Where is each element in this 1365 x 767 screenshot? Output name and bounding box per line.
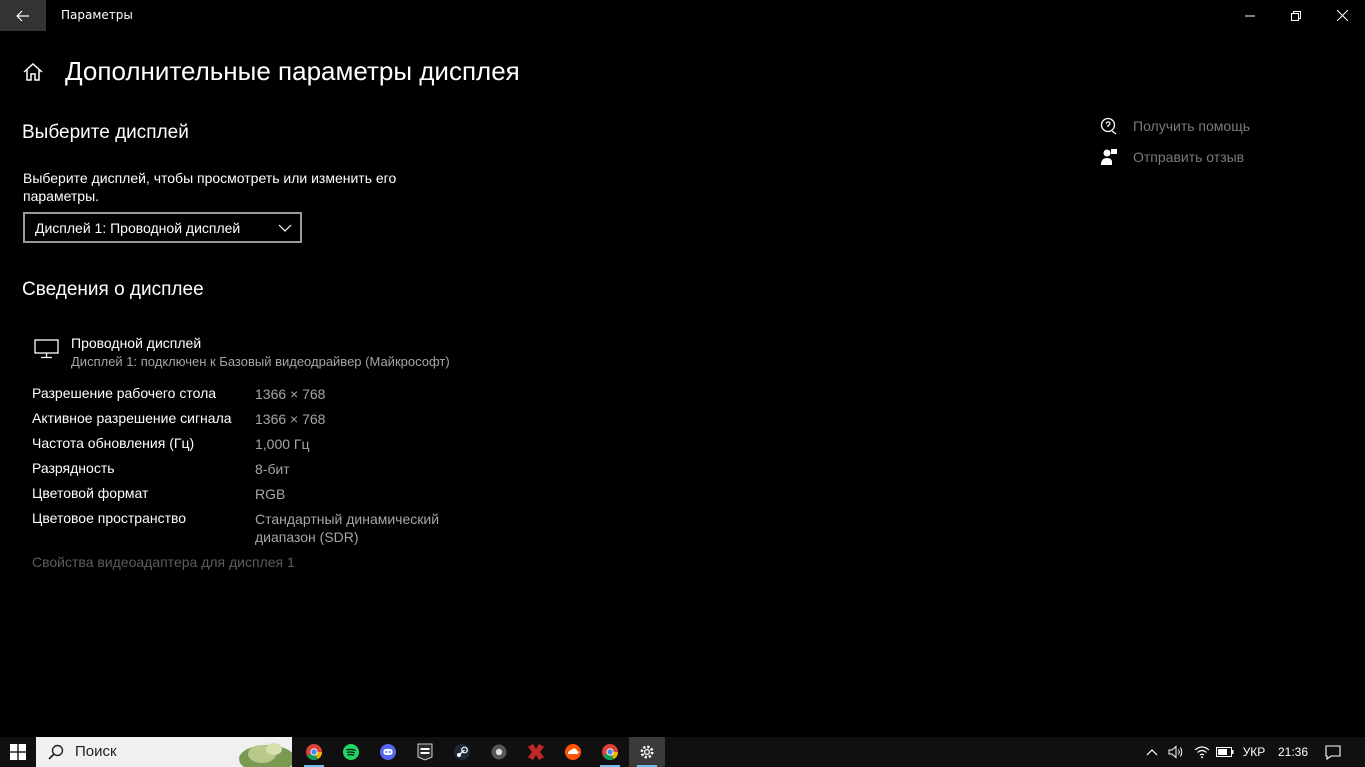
display-subtitle: Дисплей 1: подключен к Базовый видеодрай… — [71, 354, 450, 369]
send-feedback-link[interactable]: Отправить отзыв — [1100, 148, 1244, 166]
volume-icon — [1168, 745, 1183, 759]
notifications-button[interactable] — [1320, 737, 1346, 767]
display-dropdown[interactable]: Дисплей 1: Проводной дисплей — [23, 212, 302, 243]
epic-games-icon — [417, 743, 433, 761]
info-value-color-space: Стандартный динамический диапазон (SDR) — [255, 511, 440, 545]
battery-icon — [1216, 747, 1234, 757]
info-label-color-format: Цветовой формат — [32, 485, 149, 501]
taskbar: Поиск УКР 21:36 — [0, 737, 1365, 767]
show-hidden-icons[interactable] — [1141, 737, 1163, 767]
info-label-active-resolution: Активное разрешение сигнала — [32, 410, 232, 426]
close-button[interactable] — [1319, 0, 1365, 31]
page-title: Дополнительные параметры дисплея — [65, 56, 520, 86]
wifi-icon — [1194, 746, 1210, 759]
info-value-bit-depth: 8-бит — [255, 461, 290, 477]
chevron-down-icon — [278, 224, 292, 232]
taskbar-steam[interactable] — [444, 737, 480, 767]
monitor-icon — [34, 339, 59, 359]
app-icon — [528, 744, 544, 760]
taskbar-obs[interactable] — [481, 737, 517, 767]
select-display-description: Выберите дисплей, чтобы просмотреть или … — [23, 170, 397, 204]
restore-button[interactable] — [1273, 0, 1319, 31]
back-arrow-icon — [16, 10, 29, 21]
back-button[interactable] — [0, 0, 46, 31]
get-help-label: Получить помощь — [1133, 118, 1251, 134]
steam-icon — [454, 744, 470, 760]
taskbar-app[interactable] — [518, 737, 554, 767]
get-help-link[interactable]: Получить помощь — [1100, 117, 1250, 135]
info-value-active-resolution: 1366 × 768 — [255, 411, 326, 427]
network-button[interactable] — [1190, 737, 1214, 767]
help-chat-icon — [1100, 117, 1117, 135]
info-value-desktop-resolution: 1366 × 768 — [255, 386, 326, 402]
taskbar-settings[interactable] — [629, 737, 665, 767]
info-label-color-space: Цветовое пространство — [32, 510, 187, 526]
display-name: Проводной дисплей — [71, 335, 202, 351]
taskbar-soundcloud[interactable] — [555, 737, 591, 767]
language-indicator[interactable]: УКР — [1238, 737, 1270, 767]
battery-button[interactable] — [1214, 737, 1236, 767]
volume-button[interactable] — [1165, 737, 1187, 767]
chrome-icon — [602, 744, 619, 761]
clock[interactable]: 21:36 — [1270, 737, 1316, 767]
window-title: Параметры — [61, 8, 133, 22]
display-info-heading: Сведения о дисплее — [22, 279, 204, 300]
taskbar-discord[interactable] — [370, 737, 406, 767]
info-value-color-format: RGB — [255, 486, 286, 502]
spotify-icon — [343, 744, 359, 760]
taskbar-chrome[interactable] — [296, 737, 332, 767]
chrome-icon — [306, 744, 323, 761]
adapter-properties-link[interactable]: Свойства видеоадаптера для дисплея 1 — [32, 554, 295, 570]
feedback-icon — [1101, 149, 1117, 165]
taskbar-spotify[interactable] — [333, 737, 369, 767]
taskbar-epic-games[interactable] — [407, 737, 443, 767]
start-button[interactable] — [0, 737, 35, 767]
close-icon — [1336, 10, 1348, 21]
search-icon — [48, 744, 64, 760]
windows-logo-icon — [9, 744, 26, 760]
discord-icon — [380, 744, 396, 760]
chevron-up-icon — [1146, 749, 1158, 756]
info-label-desktop-resolution: Разрешение рабочего стола — [32, 385, 217, 401]
settings-icon — [640, 745, 654, 759]
home-icon[interactable] — [22, 61, 44, 83]
taskbar-chrome-2[interactable] — [592, 737, 628, 767]
search-highlight-image — [239, 743, 292, 767]
restore-icon — [1291, 10, 1301, 21]
send-feedback-label: Отправить отзыв — [1133, 149, 1245, 165]
obs-icon — [491, 744, 507, 760]
taskbar-search[interactable]: Поиск — [36, 737, 292, 767]
notification-icon — [1325, 744, 1341, 760]
select-display-heading: Выберите дисплей — [22, 122, 189, 143]
display-dropdown-value: Дисплей 1: Проводной дисплей — [35, 219, 241, 236]
info-label-bit-depth: Разрядность — [32, 460, 115, 476]
soundcloud-icon — [565, 744, 581, 760]
info-label-refresh-rate: Частота обновления (Гц) — [32, 435, 195, 451]
minimize-button[interactable] — [1227, 0, 1273, 31]
minimize-icon — [1245, 15, 1255, 16]
info-value-refresh-rate: 1,000 Гц — [255, 436, 310, 452]
search-placeholder: Поиск — [75, 743, 117, 760]
title-bar: Параметры — [0, 0, 1365, 31]
